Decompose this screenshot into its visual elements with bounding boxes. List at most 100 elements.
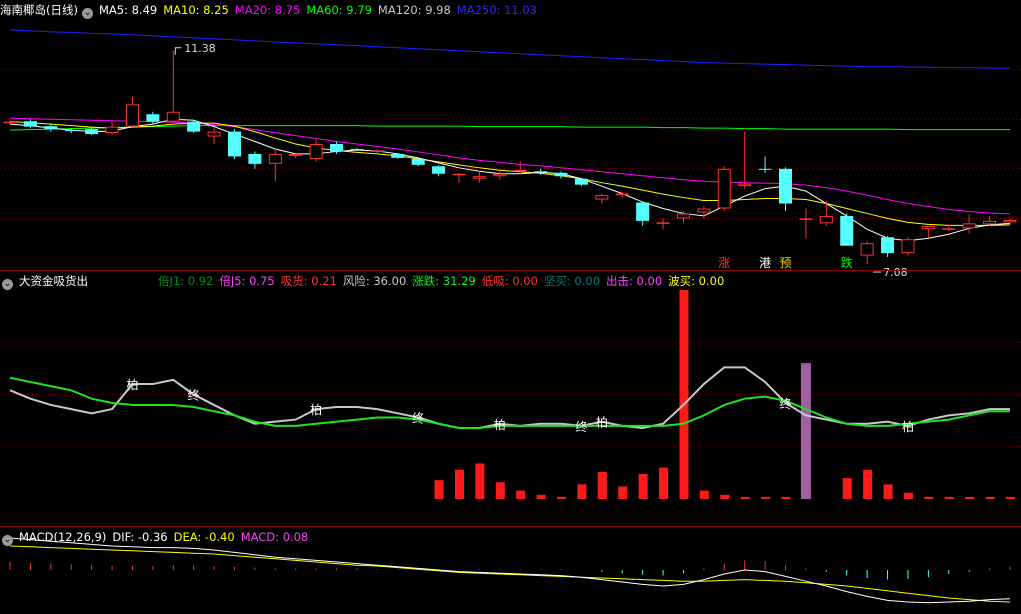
risk-line [9,366,1010,429]
macd-title: MACD(12,26,9) [19,530,107,544]
ma20-line [9,117,1011,215]
indicator-legend: ⌄ 大资金吸货出 倍J1: 0.92 倍J5: 0.75 吸货: 0.21 风险: 36.… [0,273,736,290]
legend-item: 波买: 0.00 [668,274,725,288]
legend-item: MA20: 8.75 [234,3,301,17]
candle-body [983,220,997,225]
candle-body [309,144,323,159]
candle-body [452,173,466,176]
candle-body [268,153,282,164]
signal-mark: 柏 [310,402,322,417]
legend-item: 倍J1: 0.92 [158,274,214,288]
distribution-bar [800,363,811,499]
candle-body [554,172,568,177]
accumulate-bar [475,463,485,499]
legend-item: DEA: -0.40 [173,530,235,544]
candle-body [615,193,629,196]
candle-body [64,130,78,132]
ma60-line [9,125,1010,131]
signal-mark: 终 [780,396,792,411]
legend-item: MA250: 11.03 [456,3,537,17]
legend-item: MACD: 0.08 [240,530,309,544]
candle-body [472,176,486,179]
candle-body [901,239,915,254]
accumulate-bar [883,484,893,499]
accumulate-bar [679,290,689,499]
candle-body [207,131,221,137]
candle-body [717,168,731,209]
candle-body [860,243,874,256]
signal-label: 涨 [718,255,730,270]
candle-body [391,153,405,158]
candle-body [595,195,609,200]
high-arrow-icon [174,47,182,55]
chevron-down-icon[interactable]: ⌄ [2,279,13,290]
accumulate-bar [638,473,648,499]
legend-item: 出击: 0.00 [606,274,663,288]
legend-item: MA5: 8.49 [98,3,158,17]
accumulate-bar [699,490,709,499]
candle-body [758,168,772,170]
signal-label: 港 [759,256,771,270]
signal-mark: 终 [412,410,424,425]
accumulate-bar [557,496,567,499]
accumulate-bar [454,469,464,499]
accumulate-bar [903,492,913,499]
candle-body [23,121,37,127]
signal-mark: 柏 [596,415,608,430]
ma5-line [9,118,1011,242]
candle-body [432,166,446,174]
candle-body [105,126,119,134]
candle-body [962,223,976,229]
candle-body [289,153,303,156]
accumulate-bar [516,490,526,499]
candle-body [840,215,854,246]
candle-body [330,144,344,152]
legend-item: MA60: 9.79 [306,3,372,17]
accumulate-bar [720,494,730,499]
candle-body [187,121,201,132]
accumulate-bar [985,496,995,499]
high-price-label: 11.38 [184,42,216,55]
chevron-down-icon[interactable]: ⌄ [2,535,13,546]
candle-body [574,178,588,185]
indicator-title: 大资金吸货出 [19,274,88,288]
candle-body [370,150,384,152]
dif-line [9,537,1011,604]
accumulate-bar [597,471,607,499]
low-price-label: 7.08 [883,266,908,279]
signal-mark: 终 [575,419,587,434]
accumulate-bar [1006,496,1015,499]
legend-item: 倍J5: 0.75 [219,274,275,288]
candle-body [3,121,17,124]
signal-mark: 柏 [902,419,914,434]
accumulate-bar [842,478,852,499]
stock-chart[interactable]: 11.387.08涨港预跌柏终柏终柏终柏终柏 [0,0,1021,614]
trend-line [9,376,1010,429]
main-legend: 海南椰岛(日线) ⌄ MA5: 8.49 MA10: 8.25 MA20: 8.75 MA… [0,2,549,19]
accumulate-bar [965,496,975,499]
ma250-line [9,29,1010,69]
candle-body [921,225,935,230]
accumulate-bar [577,484,587,499]
accumulate-bar [659,467,669,499]
signal-mark: 柏 [126,377,138,392]
legend-item: 风险: 36.00 [342,274,407,288]
candle-body [248,153,262,164]
candle-body [350,148,364,150]
candle-body [881,237,895,254]
chevron-down-icon[interactable]: ⌄ [81,8,93,19]
main-title: 海南椰岛(日线) [0,3,78,17]
accumulate-bar [434,480,444,499]
legend-item: 涨跌: 31.29 [412,274,476,288]
candle-body [411,158,425,165]
accumulate-bar [781,496,791,499]
pane-separator [0,526,1021,527]
signal-label: 跌 [841,255,853,270]
candle-body [166,111,180,122]
candle-body [44,126,58,130]
candle-body [146,114,160,122]
candle-body [779,168,793,204]
candle-body [493,173,507,177]
candle-body [636,202,650,221]
candle-body [942,228,956,230]
